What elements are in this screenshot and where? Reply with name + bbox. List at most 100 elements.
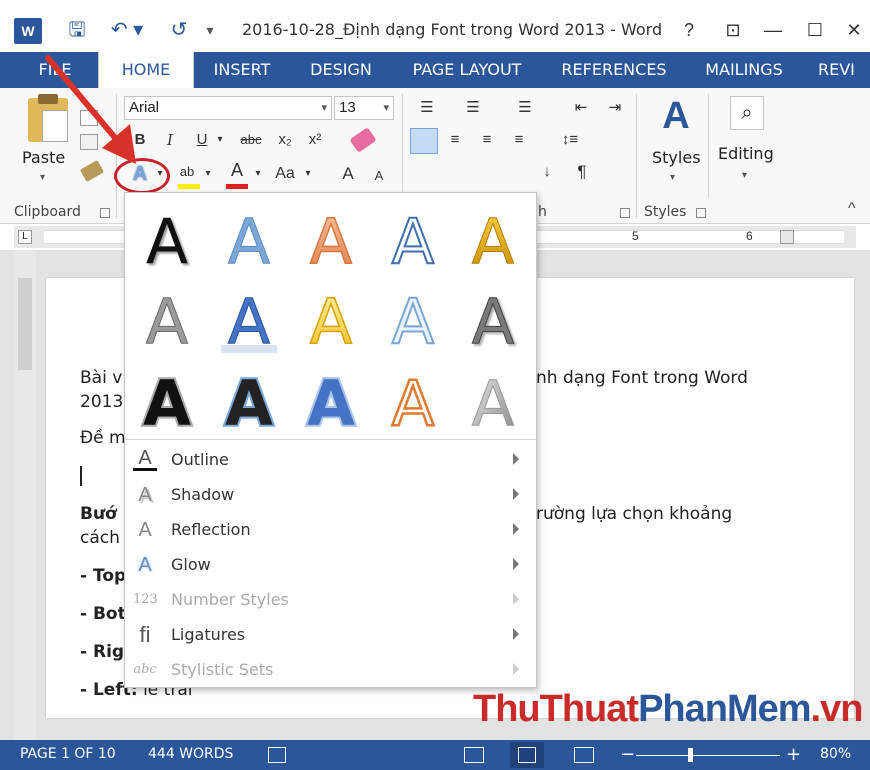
proofing-icon[interactable] (268, 747, 286, 763)
text-effect-preset-4[interactable]: A (391, 204, 435, 279)
customize-qat-button[interactable]: ▾ (200, 16, 220, 44)
align-left-button[interactable] (410, 128, 438, 154)
menu-item-reflection[interactable]: A Reflection (125, 513, 536, 548)
chevron-down-icon[interactable]: ▾ (252, 162, 264, 186)
text-effect-preset-3[interactable]: A (309, 204, 353, 279)
chevron-down-icon[interactable]: ▾ (302, 162, 314, 186)
text-effect-preset-12[interactable]: A (223, 365, 275, 439)
sort-button[interactable]: ↓ (534, 160, 560, 184)
maximize-button[interactable]: ☐ (798, 16, 832, 44)
word-app-icon[interactable]: W (14, 18, 42, 44)
chevron-down-icon[interactable]: ▾ (321, 97, 327, 119)
styles-group-label: Styles (644, 204, 687, 220)
bullets-button[interactable]: ☰ (412, 96, 442, 120)
align-right-button[interactable]: ≡ (476, 128, 498, 152)
font-color-button[interactable]: A (226, 158, 248, 182)
paragraph-dialog-launcher-icon[interactable] (620, 208, 630, 218)
italic-button[interactable]: I (160, 128, 180, 152)
tab-mailings[interactable]: MAILINGS (694, 52, 794, 88)
text-effect-preset-14[interactable]: A (391, 366, 436, 439)
binoculars-icon[interactable]: ⌕ (730, 96, 764, 130)
editing-button[interactable]: Editing (718, 144, 774, 163)
font-size-combo[interactable]: 13 ▾ (334, 96, 394, 120)
zoom-in-button[interactable]: + (786, 744, 801, 765)
tab-references[interactable]: REFERENCES (552, 52, 676, 88)
numbering-button[interactable]: ☰ (458, 96, 488, 120)
list-item-right: - Rig (80, 642, 125, 662)
menu-item-shadow[interactable]: A Shadow (125, 478, 536, 513)
strikethrough-button[interactable]: abc (236, 128, 266, 152)
zoom-out-button[interactable]: − (620, 744, 635, 765)
shrink-font-button[interactable]: A (370, 164, 388, 188)
tab-selector-icon[interactable]: L (18, 230, 32, 244)
chevron-down-icon[interactable]: ▾ (742, 170, 747, 181)
menu-item-stylistic-sets[interactable]: abc Stylistic Sets (125, 653, 536, 688)
menu-item-label: Glow (171, 555, 211, 574)
font-name-combo[interactable]: Arial ▾ (124, 96, 332, 120)
read-mode-icon[interactable] (464, 747, 484, 763)
text-effect-preset-9[interactable]: A (391, 284, 435, 359)
tab-review[interactable]: REVI (818, 52, 870, 88)
paste-dropdown-icon[interactable]: ▾ (40, 172, 45, 183)
text-effect-preset-13[interactable]: A (305, 365, 357, 439)
help-button[interactable]: ? (672, 16, 706, 44)
highlight-button[interactable]: ab (176, 160, 198, 184)
ribbon-display-options-button[interactable]: ⊡ (716, 16, 750, 44)
decrease-indent-button[interactable]: ⇤ (570, 96, 592, 120)
print-layout-button[interactable] (510, 742, 544, 768)
tab-insert[interactable]: INSERT (200, 52, 284, 88)
tab-design[interactable]: DESIGN (298, 52, 384, 88)
menu-item-outline[interactable]: A Outline (125, 443, 536, 478)
chevron-down-icon[interactable]: ▾ (202, 162, 214, 186)
menu-item-ligatures[interactable]: fi Ligatures (125, 618, 536, 653)
grow-font-button[interactable]: A (338, 162, 358, 186)
zoom-level[interactable]: 80% (820, 746, 851, 762)
close-button[interactable]: ✕ (838, 16, 870, 44)
redo-icon[interactable]: ↺ (164, 16, 194, 44)
increase-indent-button[interactable]: ⇥ (604, 96, 626, 120)
justify-button[interactable]: ≡ (508, 128, 530, 152)
menu-item-glow[interactable]: A Glow (125, 548, 536, 583)
styles-dialog-launcher-icon[interactable] (696, 208, 706, 218)
chevron-down-icon[interactable]: ▾ (214, 128, 226, 152)
styles-icon[interactable]: A (656, 94, 696, 138)
line-spacing-button[interactable]: ↕≡ (552, 128, 588, 152)
page-count[interactable]: PAGE 1 OF 10 (20, 746, 116, 762)
underline-button[interactable]: U (192, 128, 212, 152)
chevron-down-icon[interactable]: ▾ (670, 172, 675, 183)
collapse-ribbon-button[interactable]: ^ (848, 200, 856, 218)
change-case-button[interactable]: Aa (270, 162, 300, 186)
clipboard-group-label: Clipboard (14, 204, 81, 220)
clipboard-dialog-launcher-icon[interactable] (100, 208, 110, 218)
text-effect-preset-1[interactable]: A (146, 205, 188, 278)
chevron-down-icon[interactable]: ▾ (383, 97, 389, 119)
right-indent-marker[interactable] (780, 230, 794, 244)
paragraph-1-line-2: 2013 (80, 392, 124, 412)
save-icon[interactable]: 🖫 (62, 16, 92, 44)
text-effect-preset-2[interactable]: A (227, 205, 270, 279)
text-effect-preset-6[interactable]: A (145, 285, 188, 359)
text-effect-preset-15[interactable]: A (471, 367, 514, 440)
text-effect-preset-5[interactable]: A (471, 205, 514, 279)
shadow-icon: A (138, 484, 152, 506)
menu-item-number-styles[interactable]: 123 Number Styles (125, 583, 536, 618)
text-effect-preset-8[interactable]: A (309, 284, 353, 359)
clear-formatting-icon[interactable] (349, 127, 377, 153)
text-effect-preset-11[interactable]: A (141, 365, 193, 439)
vertical-ruler[interactable] (14, 250, 36, 740)
show-formatting-marks-button[interactable]: ¶ (572, 160, 592, 184)
zoom-slider-track[interactable] (636, 755, 780, 756)
styles-button[interactable]: Styles (652, 148, 701, 167)
tab-page-layout[interactable]: PAGE LAYOUT (402, 52, 532, 88)
align-center-button[interactable]: ≡ (444, 128, 466, 152)
submenu-arrow-icon (513, 558, 519, 570)
zoom-slider-thumb[interactable] (688, 748, 693, 762)
multilevel-list-button[interactable]: ☰ (508, 96, 542, 120)
undo-icon[interactable]: ↶ ▾ (104, 16, 150, 44)
superscript-button[interactable]: x² (302, 128, 328, 152)
web-layout-icon[interactable] (574, 747, 594, 763)
subscript-button[interactable]: x₂ (272, 128, 298, 152)
minimize-button[interactable]: — (756, 16, 790, 44)
text-effect-preset-10[interactable]: A (471, 285, 514, 359)
word-count[interactable]: 444 WORDS (148, 746, 233, 762)
